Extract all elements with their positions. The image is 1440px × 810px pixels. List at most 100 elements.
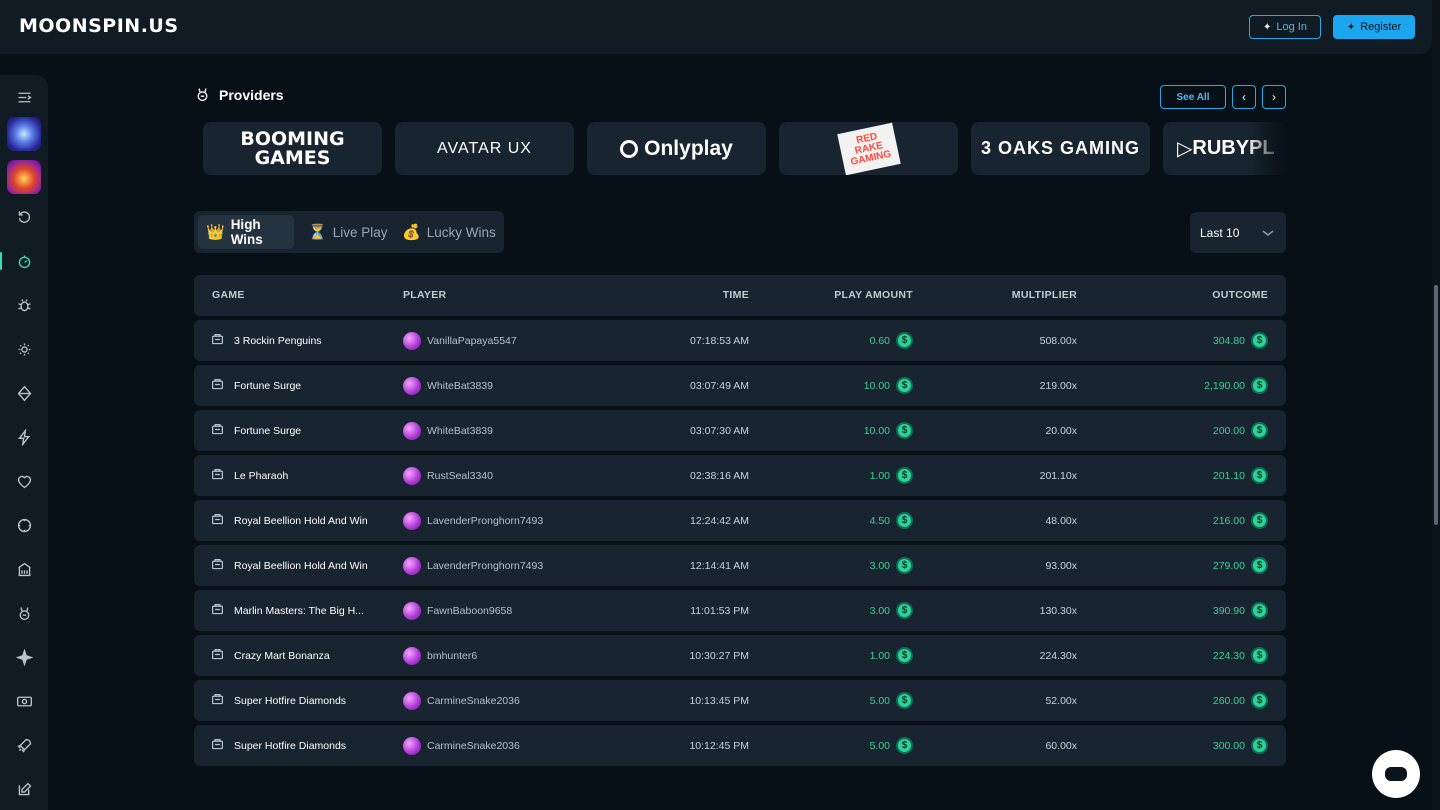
provider-card[interactable]: RED RAKE GAMING (779, 122, 958, 175)
sparkle-icon: ✦ (1346, 21, 1356, 33)
tab-lucky-wins[interactable]: 💰 Lucky Wins (394, 215, 504, 249)
coin-icon: $ (896, 557, 913, 574)
table-row[interactable]: Crazy Mart Bonanza bmhunter6 10:30:27 PM 1.… (194, 635, 1286, 676)
diamond-icon[interactable] (0, 378, 48, 408)
provider-card[interactable]: BOOMING GAMES (203, 122, 382, 175)
coin-icon: $ (1251, 467, 1268, 484)
game-cell[interactable]: Royal Beellion Hold And Win (211, 545, 368, 586)
providers-title: Providers (219, 86, 284, 103)
sun-icon[interactable] (0, 334, 48, 364)
game-cell[interactable]: Fortune Surge (211, 365, 301, 406)
lobby-icon[interactable] (0, 246, 48, 276)
game-name[interactable]: Marlin Masters: The Big H... (234, 605, 364, 617)
select-value: Last 10 (1200, 225, 1240, 240)
sparkle-nav-icon[interactable] (0, 642, 48, 672)
table-row[interactable]: Fortune Surge WhiteBat3839 03:07:49 AM 10.0… (194, 365, 1286, 406)
coin-icon: $ (1251, 422, 1268, 439)
provider-logo: 3 OAKS GAMING (980, 138, 1140, 158)
bug-icon[interactable] (0, 290, 48, 320)
outcome-value: 304.80 (1212, 334, 1245, 347)
table-row[interactable]: Super Hotfire Diamonds CarmineSnake2036 10… (194, 680, 1286, 721)
player-cell: VanillaPapaya5547 (403, 320, 517, 361)
provider-card[interactable]: AVATAR UX (395, 122, 574, 175)
player-name: bmhunter6 (427, 649, 478, 662)
menu-collapse-icon[interactable] (0, 82, 48, 112)
tab-high-wins[interactable]: 👑 High Wins (198, 215, 294, 249)
providers-icon[interactable] (0, 598, 48, 628)
player-cell: bmhunter6 (403, 635, 477, 676)
slot-machine-icon (211, 738, 224, 754)
provider-card[interactable]: 3 OAKS GAMING (971, 122, 1150, 175)
play-amount-cell: 3.00 $ (870, 590, 913, 631)
bolt-icon[interactable] (0, 422, 48, 452)
sidebar (0, 75, 48, 810)
edit-icon[interactable] (0, 774, 48, 804)
game-cell[interactable]: Marlin Masters: The Big H... (211, 590, 364, 631)
time-cell: 10:13:45 PM (689, 694, 749, 707)
coin-icon: $ (896, 692, 913, 709)
site-logo[interactable]: MOONSPIN.US (19, 15, 179, 37)
outcome-cell: 201.10 $ (1213, 455, 1268, 496)
game-cell[interactable]: 3 Rockin Penguins (211, 320, 322, 361)
avatar (403, 691, 421, 710)
play-amount-cell: 1.00 $ (870, 455, 913, 496)
col-outcome: OUTCOME (1212, 289, 1268, 301)
results-count-select[interactable]: Last 10 (1190, 212, 1286, 253)
game-cell[interactable]: Le Pharaoh (211, 455, 288, 496)
table-row[interactable]: Royal Beellion Hold And Win LavenderProng… (194, 500, 1286, 541)
table-row[interactable]: Le Pharaoh RustSeal3340 02:38:16 AM 1.00 $20… (194, 455, 1286, 496)
player-name: FawnBaboon9658 (427, 604, 513, 617)
play-amount-value: 5.00 (869, 739, 890, 752)
heart-icon[interactable] (0, 466, 48, 496)
game-name[interactable]: 3 Rockin Penguins (234, 335, 322, 347)
outcome-value: 2,190.00 (1204, 379, 1245, 392)
providers-prev-button[interactable]: ‹ (1232, 85, 1256, 109)
game-name[interactable]: Super Hotfire Diamonds (234, 695, 346, 707)
promo-gift-thumbnail[interactable] (7, 160, 41, 194)
game-name[interactable]: Super Hotfire Diamonds (234, 740, 346, 752)
table-row[interactable]: Fortune Surge WhiteBat3839 03:07:30 AM 10.0… (194, 410, 1286, 451)
col-player: PLAYER (403, 289, 447, 301)
login-button[interactable]: ✦ Log In (1249, 15, 1321, 39)
game-cell[interactable]: Fortune Surge (211, 410, 301, 451)
casino-building-icon[interactable] (0, 554, 48, 584)
tab-live-play[interactable]: ⏳ Live Play (300, 215, 395, 249)
game-cell[interactable]: Royal Beellion Hold And Win (211, 500, 368, 541)
player-cell: CarmineSnake2036 (403, 680, 520, 721)
table-row[interactable]: Royal Beellion Hold And Win LavenderProng… (194, 545, 1286, 586)
scrollbar-thumb[interactable] (1434, 285, 1438, 525)
player-name: LavenderPronghorn7493 (427, 514, 544, 527)
slot-machine-icon (211, 468, 224, 484)
outcome-cell: 200.00 $ (1213, 410, 1268, 451)
player-name: LavenderPronghorn7493 (427, 559, 544, 572)
providers-next-button[interactable]: › (1262, 85, 1286, 109)
game-name[interactable]: Royal Beellion Hold And Win (234, 515, 368, 527)
game-name[interactable]: Royal Beellion Hold And Win (234, 560, 368, 572)
outcome-cell: 300.00 $ (1213, 725, 1268, 766)
game-name[interactable]: Le Pharaoh (234, 470, 288, 482)
game-cell[interactable]: Super Hotfire Diamonds (211, 680, 346, 721)
recent-icon[interactable] (0, 202, 48, 232)
game-name[interactable]: Crazy Mart Bonanza (234, 650, 330, 662)
game-name[interactable]: Fortune Surge (234, 425, 301, 437)
coin-icon: $ (896, 422, 913, 439)
cash-icon[interactable] (0, 686, 48, 716)
register-button[interactable]: ✦ Register (1333, 15, 1415, 39)
table-row[interactable]: Super Hotfire Diamonds CarmineSnake2036 10… (194, 725, 1286, 766)
page-scrollbar[interactable] (1432, 0, 1440, 810)
game-name[interactable]: Fortune Surge (234, 380, 301, 392)
see-all-button[interactable]: See All (1160, 85, 1226, 109)
time-cell: 10:12:45 PM (689, 739, 749, 752)
table-row[interactable]: Marlin Masters: The Big H... FawnBaboon96… (194, 590, 1286, 631)
provider-card[interactable]: Onlyplay (587, 122, 766, 175)
table-row[interactable]: 3 Rockin Penguins VanillaPapaya5547 07:18:… (194, 320, 1286, 361)
circle-icon[interactable] (0, 510, 48, 540)
game-cell[interactable]: Crazy Mart Bonanza (211, 635, 330, 676)
chat-button[interactable] (1372, 750, 1420, 798)
coin-icon: $ (896, 467, 913, 484)
play-amount-value: 4.50 (869, 514, 890, 527)
promo-spiral-thumbnail[interactable] (7, 117, 41, 151)
rocket-icon[interactable] (0, 730, 48, 760)
game-cell[interactable]: Super Hotfire Diamonds (211, 725, 346, 766)
multiplier-cell: 219.00x (1039, 379, 1077, 392)
